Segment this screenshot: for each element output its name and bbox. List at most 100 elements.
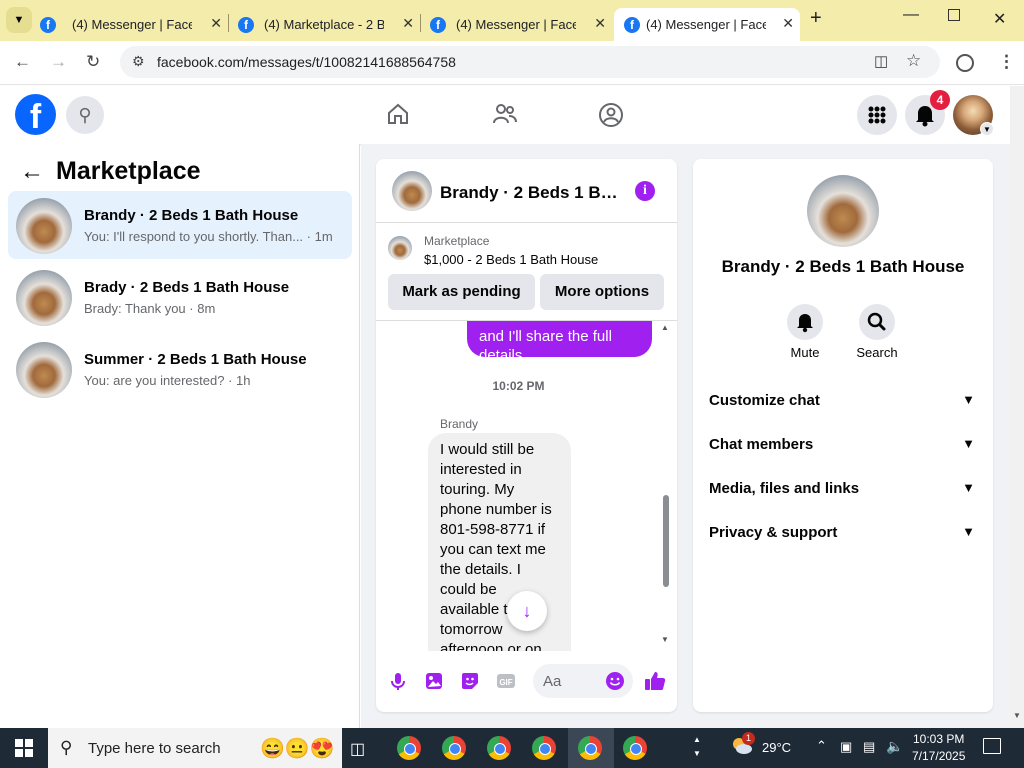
friends-icon[interactable]: [492, 102, 518, 126]
close-tab-icon[interactable]: ✕: [210, 15, 222, 32]
scroll-to-bottom-arrow-icon[interactable]: ↓: [507, 591, 547, 631]
close-tab-icon[interactable]: ✕: [594, 15, 606, 32]
site-settings-icon[interactable]: ⚙: [132, 53, 145, 70]
page-title: Marketplace: [56, 157, 201, 185]
scroll-up-arrow-icon[interactable]: ▲: [661, 323, 669, 332]
media-files-links-section[interactable]: Media, files and links ▼: [709, 480, 979, 516]
install-app-icon[interactable]: ◫: [874, 52, 888, 70]
chat-header: Brandy · 2 Beds 1 Bat... i: [376, 159, 677, 223]
listing-thumbnail: [16, 198, 72, 254]
tab-title: (4) Messenger | Facebook: [456, 17, 576, 32]
clock-time: 10:03 PM: [913, 732, 965, 746]
photo-gallery-icon[interactable]: [423, 670, 445, 692]
scroll-down-arrow-icon[interactable]: ▼: [1013, 711, 1021, 720]
chevron-down-icon: ▼: [962, 524, 975, 539]
chrome-taskbar-icon[interactable]: [487, 736, 511, 760]
reload-icon[interactable]: ↻: [86, 53, 100, 71]
menu-grid-icon[interactable]: [857, 95, 897, 135]
customize-chat-section[interactable]: Customize chat ▼: [709, 392, 979, 428]
emoji-icon[interactable]: [604, 670, 626, 692]
sticker-icon[interactable]: [459, 670, 481, 692]
mark-as-pending-button[interactable]: Mark as pending: [388, 274, 535, 310]
outgoing-message[interactable]: and I'll share the full details.: [467, 321, 652, 364]
back-arrow-icon[interactable]: ←: [20, 158, 44, 186]
taskbar-search-box[interactable]: ⚲ Type here to search 😄😐😍: [48, 728, 342, 768]
forward-arrow-icon[interactable]: →: [50, 53, 67, 71]
system-clock[interactable]: 10:03 PM 7/17/2025: [912, 731, 965, 765]
facebook-favicon-icon: f: [430, 17, 446, 33]
windows-start-icon[interactable]: [15, 739, 33, 757]
message-thread: and I'll share the full details. 10:02 P…: [376, 321, 677, 651]
bookmark-star-icon[interactable]: ☆: [906, 51, 921, 71]
search-label[interactable]: Search: [847, 345, 907, 360]
address-bar[interactable]: ⚙ facebook.com/messages/t/10082141688564…: [120, 46, 940, 78]
conversation-name: Brandy · 2 Beds 1 Bath House: [84, 207, 299, 224]
search-icon[interactable]: ⚲: [66, 96, 104, 134]
info-icon[interactable]: i: [635, 181, 655, 201]
facebook-logo[interactable]: f: [15, 94, 56, 135]
tab-title: (4) Messenger | Facebook: [72, 17, 192, 32]
chat-scrollbar[interactable]: ▲ ▼: [661, 323, 669, 644]
close-tab-icon[interactable]: ✕: [402, 15, 414, 32]
weather-temperature[interactable]: 29°C: [762, 740, 791, 755]
chat-title[interactable]: Brandy · 2 Beds 1 Bat...: [440, 183, 620, 203]
close-window-icon[interactable]: ✕: [993, 9, 1006, 29]
sender-name: Brandy: [440, 417, 479, 431]
chrome-taskbar-icon[interactable]: [623, 736, 647, 760]
browser-tab-strip: ▼ f (4) Messenger | Facebook ✕ f (4) Mar…: [0, 0, 1024, 41]
browser-tab-2[interactable]: f (4) Marketplace - 2 Beds ✕: [228, 8, 420, 41]
task-view-icon[interactable]: ◫: [350, 739, 365, 759]
url-text[interactable]: facebook.com/messages/t/1008214168856475…: [157, 54, 456, 70]
privacy-support-section[interactable]: Privacy & support ▼: [709, 524, 979, 560]
chat-members-section[interactable]: Chat members ▼: [709, 436, 979, 472]
network-icon[interactable]: ▤: [863, 739, 875, 755]
mute-bell-icon[interactable]: [787, 304, 823, 340]
maximize-window-icon[interactable]: [948, 9, 960, 21]
meet-now-icon[interactable]: ▣: [840, 739, 852, 755]
weather-badge: 1: [742, 732, 755, 745]
taskbar-scroll-icon[interactable]: ▲ ▼: [693, 733, 701, 761]
more-options-button[interactable]: More options: [540, 274, 664, 310]
search-icon[interactable]: [859, 304, 895, 340]
chrome-taskbar-icon[interactable]: [442, 736, 466, 760]
home-icon[interactable]: [386, 102, 410, 126]
back-arrow-icon[interactable]: ←: [14, 53, 31, 71]
new-tab-button[interactable]: +: [810, 7, 822, 30]
scrollbar-thumb[interactable]: [663, 495, 669, 587]
close-tab-icon[interactable]: ✕: [782, 15, 794, 32]
conversation-item[interactable]: Brandy · 2 Beds 1 Bath House You: I'll r…: [8, 191, 352, 259]
conversation-item[interactable]: Brady · 2 Beds 1 Bath House Brady: Thank…: [8, 263, 352, 331]
search-icon: ⚲: [60, 738, 73, 757]
mute-label[interactable]: Mute: [775, 345, 835, 360]
gif-icon[interactable]: GIF: [495, 670, 517, 692]
chrome-taskbar-icon[interactable]: [397, 736, 421, 760]
minimize-window-icon[interactable]: —: [903, 6, 919, 24]
groups-icon[interactable]: [598, 102, 624, 128]
volume-speaker-icon[interactable]: 🔈: [886, 738, 903, 755]
chat-avatar[interactable]: [392, 171, 432, 211]
chrome-taskbar-icon[interactable]: [532, 736, 556, 760]
chat-window: Brandy · 2 Beds 1 Bat... i Marketplace $…: [376, 159, 677, 712]
browser-tab-3[interactable]: f (4) Messenger | Facebook ✕: [420, 8, 612, 41]
listing-price[interactable]: $1,000 - 2 Beds 1 Bath House: [424, 252, 598, 267]
microphone-icon[interactable]: [387, 670, 409, 692]
facebook-favicon-icon: f: [40, 17, 56, 33]
scroll-down-arrow-icon[interactable]: ▼: [661, 635, 669, 644]
chrome-taskbar-icon[interactable]: [578, 736, 602, 760]
browser-tab-1[interactable]: f (4) Messenger | Facebook ✕: [0, 8, 228, 41]
account-chevron-icon[interactable]: ▼: [980, 122, 994, 136]
browser-menu-icon[interactable]: ⋮: [998, 53, 1015, 71]
svg-text:GIF: GIF: [499, 678, 512, 687]
chat-info-name: Brandy · 2 Beds 1 Bath House: [721, 257, 965, 276]
browser-tab-4-active[interactable]: f (4) Messenger | Facebook ✕: [614, 8, 800, 41]
conversation-item[interactable]: Summer · 2 Beds 1 Bath House You: are yo…: [8, 335, 352, 403]
notification-center-icon[interactable]: [983, 738, 1001, 754]
tab-title: (4) Marketplace - 2 Beds: [264, 17, 384, 32]
profile-icon[interactable]: [956, 54, 974, 72]
chat-info-panel: Brandy · 2 Beds 1 Bath House Mute Search…: [693, 159, 993, 712]
incoming-message[interactable]: I would still be interested in touring. …: [428, 433, 571, 651]
listing-label: Marketplace: [424, 234, 490, 248]
thumbs-up-like-icon[interactable]: [643, 670, 666, 692]
page-scrollbar[interactable]: ▼: [1010, 86, 1024, 728]
show-hidden-icons-chevron-icon[interactable]: ⌃: [816, 738, 827, 754]
